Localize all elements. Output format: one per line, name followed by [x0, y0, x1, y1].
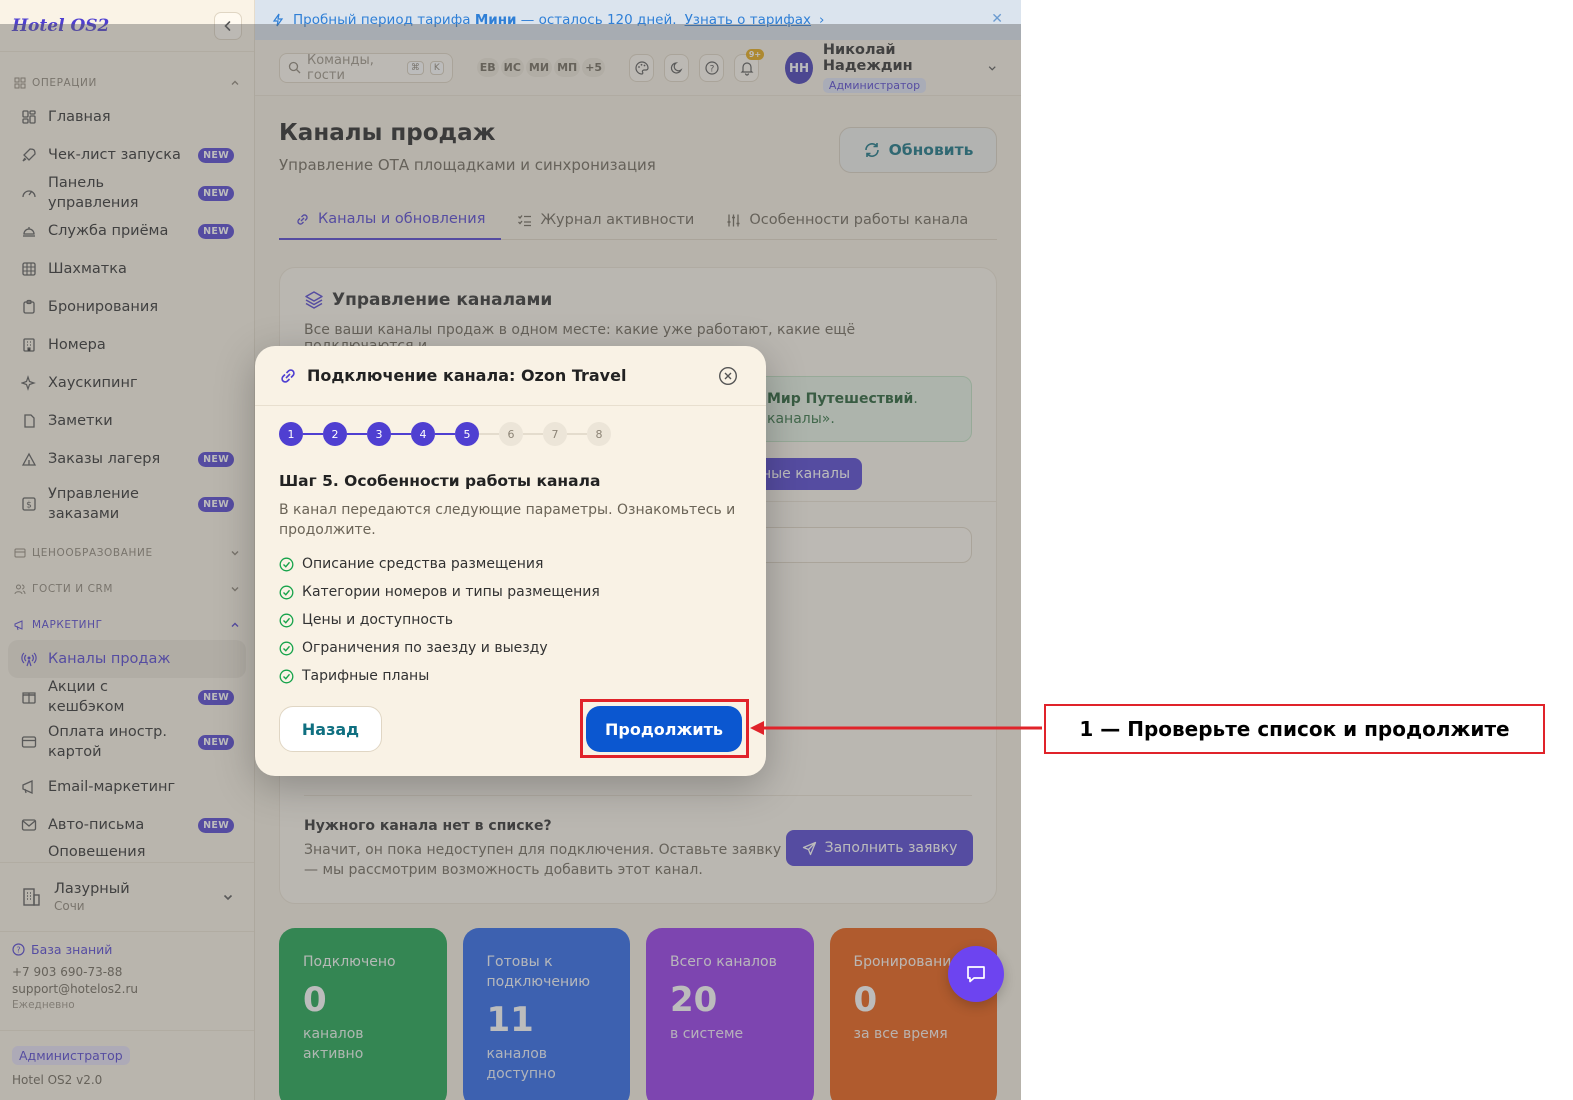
step-3: 3 — [367, 422, 391, 446]
list-item: Ограничения по заезду и выезду — [279, 634, 742, 662]
annotation-arrow — [750, 721, 1042, 735]
step-8: 8 — [587, 422, 611, 446]
step-description: В канал передаются следующие параметры. … — [279, 502, 736, 538]
step-5-current: 5 — [455, 422, 479, 446]
step-6: 6 — [499, 422, 523, 446]
list-item: Тарифные планы — [279, 662, 742, 690]
check-circle-icon — [279, 585, 294, 599]
list-item: Описание средства размещения — [279, 550, 742, 578]
annotation-callout: 1 — Проверьте список и продолжите — [1044, 704, 1545, 754]
dialog-title: Подключение канала: Ozon Travel — [307, 366, 627, 385]
parameter-list: Описание средства размещения Категории н… — [279, 550, 742, 690]
chat-icon — [967, 966, 985, 983]
link-icon — [281, 368, 295, 383]
step-1: 1 — [279, 422, 303, 446]
check-circle-icon — [279, 557, 294, 571]
chat-button[interactable] — [948, 946, 1004, 1002]
highlight-box — [580, 699, 749, 758]
step-4: 4 — [411, 422, 435, 446]
step-2: 2 — [323, 422, 347, 446]
list-item: Цены и доступность — [279, 606, 742, 634]
stepper: 1 2 3 4 5 6 7 8 — [255, 422, 766, 446]
check-circle-icon — [279, 669, 294, 683]
step-title: Шаг 5. Особенности работы канала — [279, 472, 601, 490]
step-7: 7 — [543, 422, 567, 446]
check-circle-icon — [279, 641, 294, 655]
dialog-header: Подключение канала: Ozon Travel — [255, 346, 766, 406]
close-circle-icon — [718, 366, 738, 386]
check-circle-icon — [279, 613, 294, 627]
back-button[interactable]: Назад — [279, 706, 382, 752]
list-item: Категории номеров и типы размещения — [279, 578, 742, 606]
close-dialog-button[interactable] — [718, 366, 738, 386]
